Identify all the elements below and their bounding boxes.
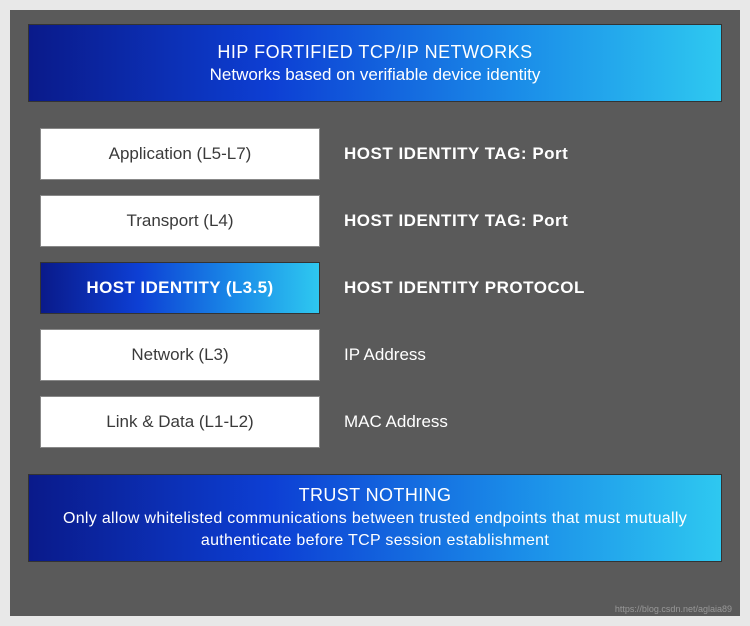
layer-box-host-identity: HOST IDENTITY (L3.5) [40,262,320,314]
footer-title: TRUST NOTHING [45,485,705,506]
layer-desc-transport: HOST IDENTITY TAG: Port [344,211,568,231]
layer-stack: Application (L5-L7) HOST IDENTITY TAG: P… [28,122,722,454]
hip-network-stack-diagram: HIP FORTIFIED TCP/IP NETWORKS Networks b… [10,10,740,616]
layer-desc-link-data: MAC Address [344,412,448,432]
header-title: HIP FORTIFIED TCP/IP NETWORKS [41,42,709,63]
layer-box-application: Application (L5-L7) [40,128,320,180]
layer-box-transport: Transport (L4) [40,195,320,247]
layer-desc-application: HOST IDENTITY TAG: Port [344,144,568,164]
layer-row-host-identity: HOST IDENTITY (L3.5) HOST IDENTITY PROTO… [40,262,710,314]
header-banner: HIP FORTIFIED TCP/IP NETWORKS Networks b… [28,24,722,102]
layer-row-application: Application (L5-L7) HOST IDENTITY TAG: P… [40,128,710,180]
footer-banner: TRUST NOTHING Only allow whitelisted com… [28,474,722,562]
header-subtitle: Networks based on verifiable device iden… [41,65,709,85]
layer-desc-network: IP Address [344,345,426,365]
layer-box-network: Network (L3) [40,329,320,381]
layer-row-link-data: Link & Data (L1-L2) MAC Address [40,396,710,448]
layer-box-link-data: Link & Data (L1-L2) [40,396,320,448]
watermark-credit: https://blog.csdn.net/aglaia89 [615,604,732,614]
layer-row-transport: Transport (L4) HOST IDENTITY TAG: Port [40,195,710,247]
layer-row-network: Network (L3) IP Address [40,329,710,381]
layer-desc-host-identity: HOST IDENTITY PROTOCOL [344,278,585,298]
footer-subtitle: Only allow whitelisted communications be… [45,508,705,551]
